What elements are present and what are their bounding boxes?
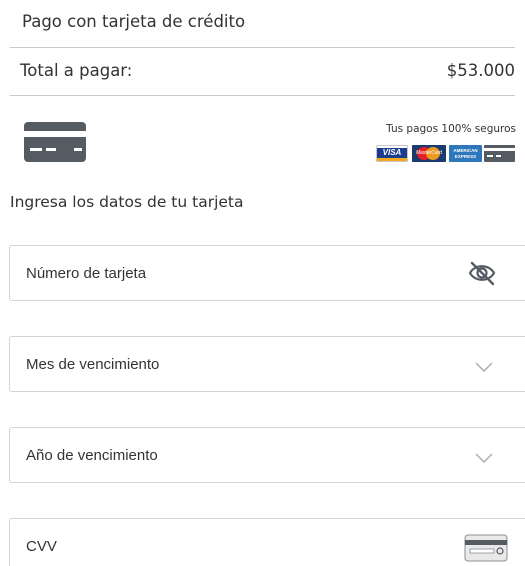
card-back-icon bbox=[464, 534, 508, 566]
expiry-month-label: Mes de vencimiento bbox=[26, 356, 160, 373]
amex-logo: AMERICAN EXPRESS bbox=[449, 145, 482, 162]
eye-off-icon[interactable] bbox=[467, 260, 497, 291]
generic-card-icon bbox=[484, 145, 515, 162]
credit-card-icon bbox=[24, 122, 86, 162]
expiry-year-select[interactable]: Año de vencimiento bbox=[9, 427, 525, 483]
cvv-label: CVV bbox=[26, 538, 57, 555]
total-label: Total a pagar: bbox=[20, 61, 133, 80]
cvv-field[interactable]: CVV bbox=[9, 518, 525, 566]
card-number-label: Número de tarjeta bbox=[26, 265, 147, 282]
secure-payments-text: Tus pagos 100% seguros bbox=[386, 123, 516, 135]
divider bbox=[10, 47, 515, 48]
card-number-field[interactable]: Número de tarjeta bbox=[9, 245, 525, 301]
card-details-heading: Ingresa los datos de tu tarjeta bbox=[10, 193, 244, 211]
chevron-down-icon bbox=[475, 450, 493, 468]
expiry-year-label: Año de vencimiento bbox=[26, 447, 158, 464]
visa-logo: VISA bbox=[376, 145, 408, 162]
page-title: Pago con tarjeta de crédito bbox=[22, 12, 246, 31]
mastercard-logo: MasterCard bbox=[412, 145, 446, 162]
total-value: $53.000 bbox=[446, 61, 515, 80]
expiry-month-select[interactable]: Mes de vencimiento bbox=[9, 336, 525, 392]
chevron-down-icon bbox=[475, 359, 493, 377]
divider bbox=[10, 95, 515, 96]
